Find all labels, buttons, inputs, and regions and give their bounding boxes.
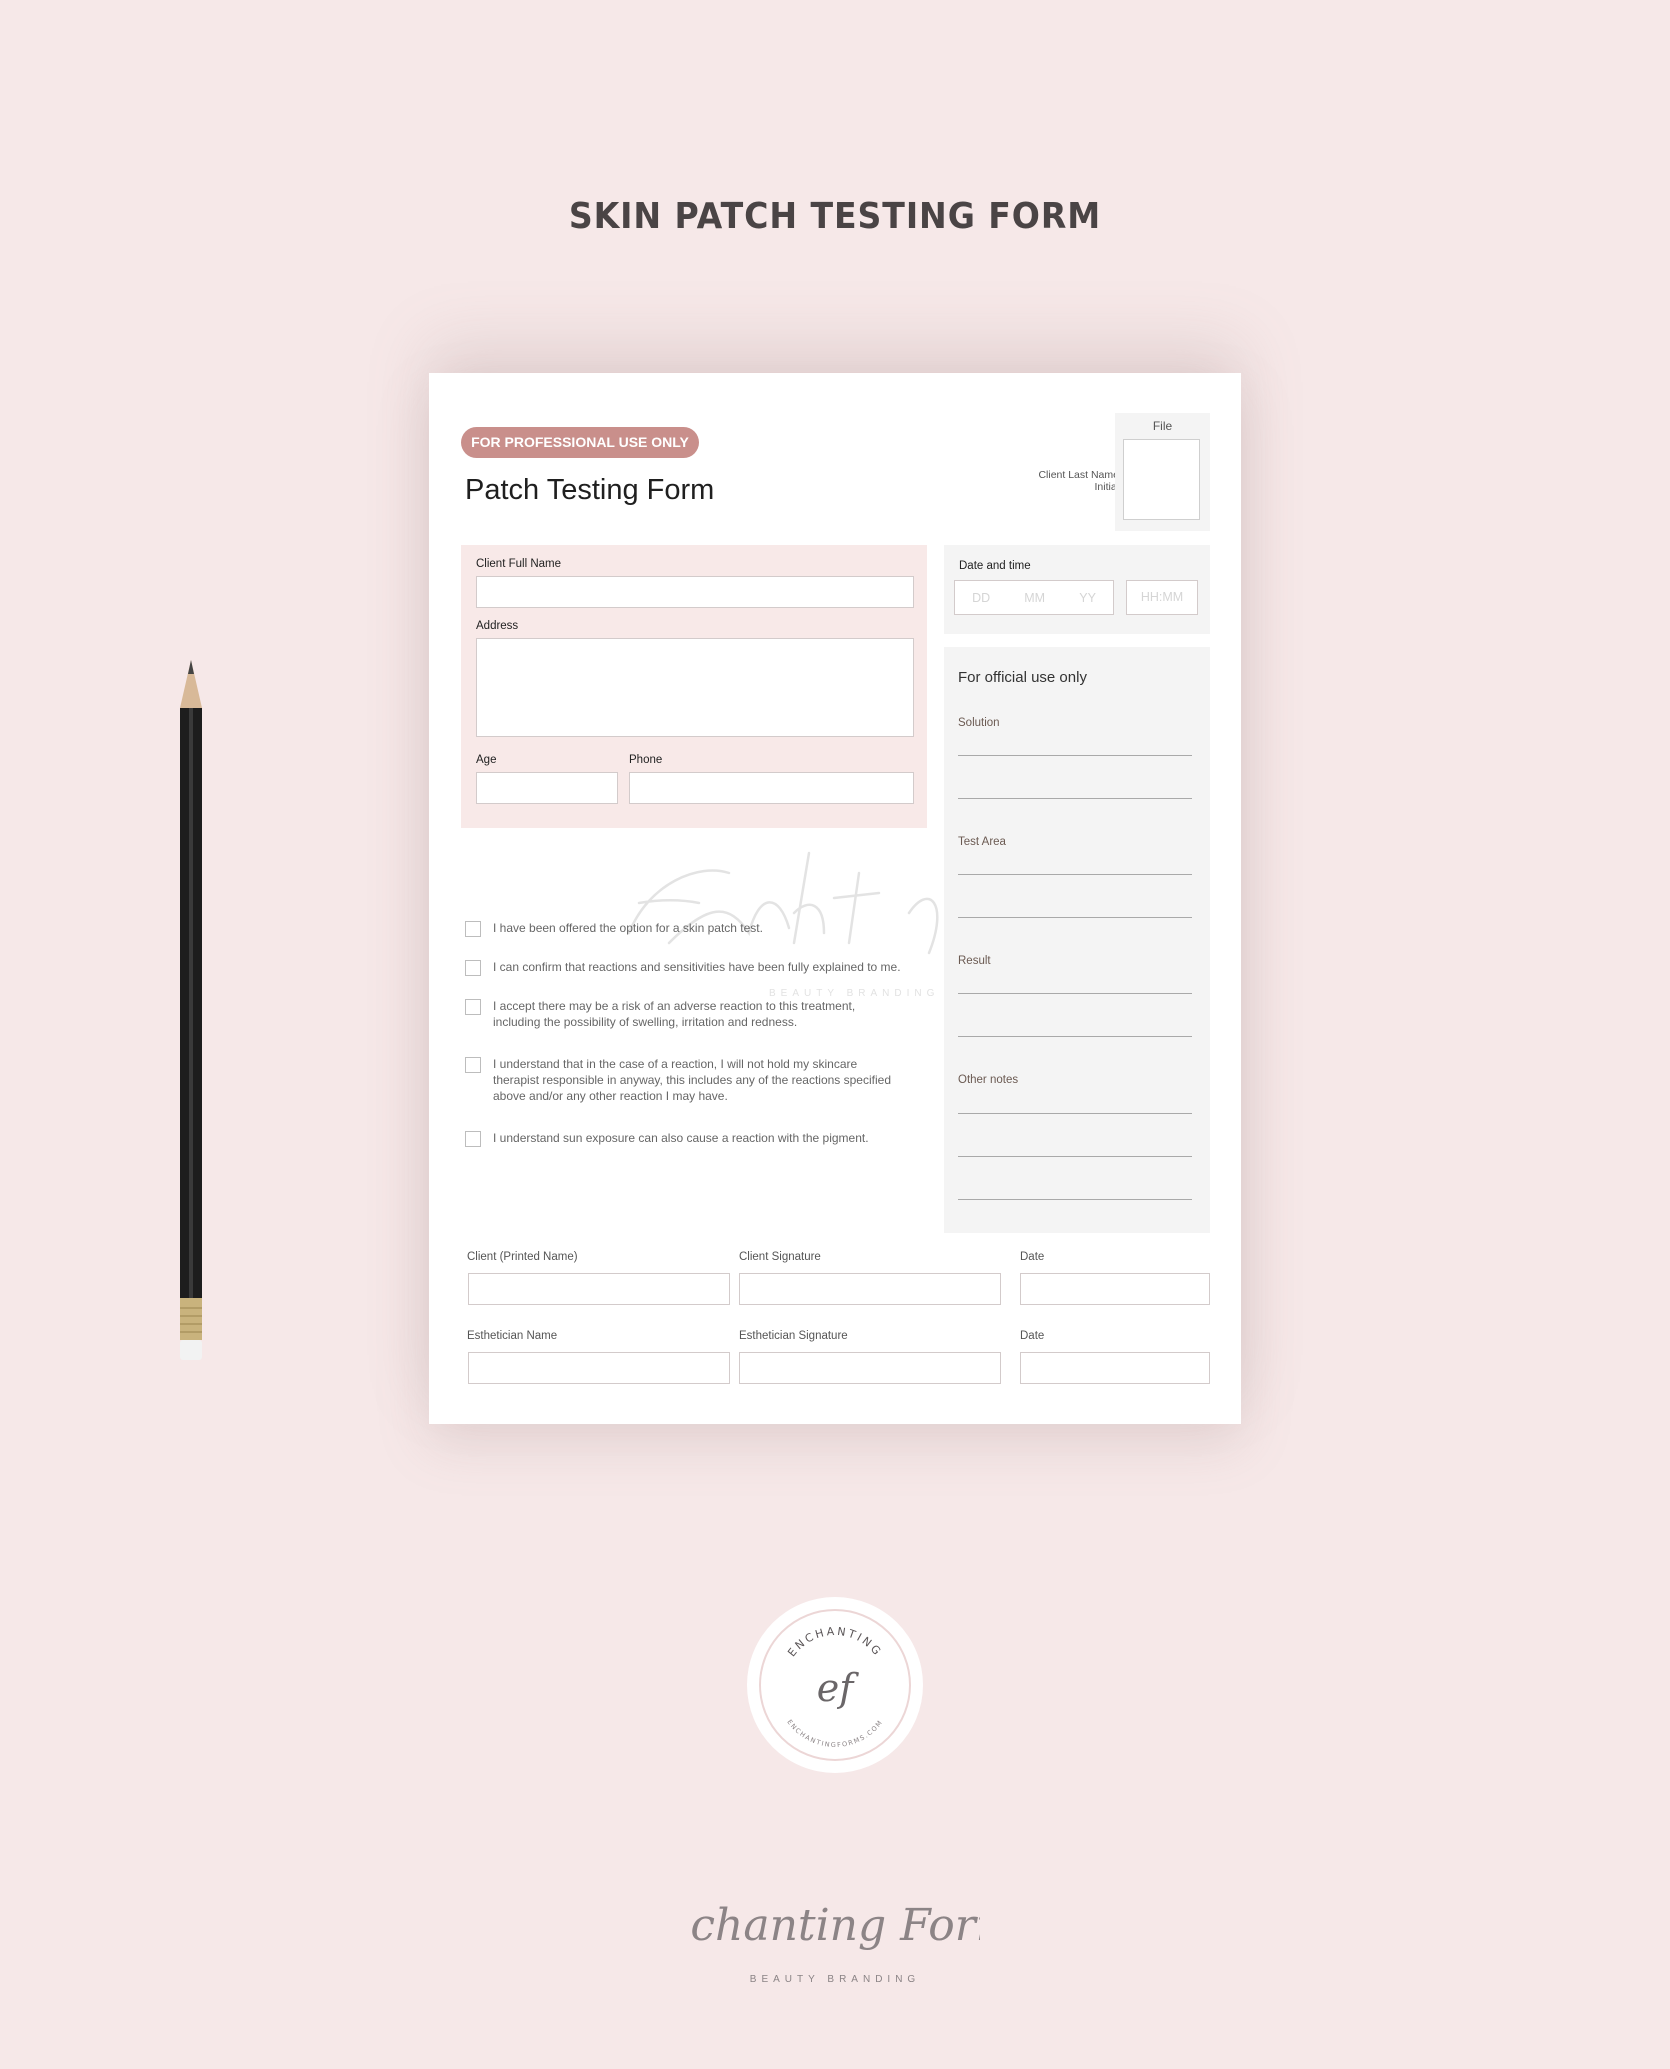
consent-item: I accept there may be a risk of an adver… bbox=[465, 998, 873, 1030]
consent-item: I understand that in the case of a react… bbox=[465, 1056, 898, 1104]
file-label: File bbox=[1152, 419, 1173, 433]
official-use-title: For official use only bbox=[958, 669, 1087, 686]
day-placeholder: DD bbox=[972, 590, 991, 605]
result-label: Result bbox=[958, 955, 991, 967]
file-panel: File bbox=[1115, 413, 1210, 531]
client-info-panel: Client Full Name Address Age Phone bbox=[461, 545, 927, 828]
consent-checkbox[interactable] bbox=[465, 960, 481, 976]
client-initial-input[interactable] bbox=[1123, 439, 1200, 520]
date-input[interactable]: DD MM YY bbox=[954, 580, 1114, 615]
solution-label: Solution bbox=[958, 717, 1000, 729]
other-notes-label: Other notes bbox=[958, 1074, 1019, 1086]
test-area-label: Test Area bbox=[958, 836, 1006, 848]
solution-line-2[interactable] bbox=[958, 798, 1192, 799]
month-placeholder: MM bbox=[1024, 590, 1046, 605]
solution-line-1[interactable] bbox=[958, 755, 1192, 756]
professional-use-badge: FOR PROFESSIONAL USE ONLY bbox=[461, 427, 699, 458]
phone-input[interactable] bbox=[629, 772, 914, 804]
esthetician-signature-input[interactable] bbox=[739, 1352, 1001, 1384]
client-printed-name-label: Client (Printed Name) bbox=[467, 1251, 578, 1263]
result-line-2[interactable] bbox=[958, 1036, 1192, 1037]
consent-checkbox[interactable] bbox=[465, 1057, 481, 1073]
consent-item: I have been offered the option for a ski… bbox=[465, 920, 913, 937]
esthetician-date-label: Date bbox=[1020, 1330, 1045, 1342]
client-date-label: Date bbox=[1020, 1251, 1045, 1263]
esthetician-name-label: Esthetician Name bbox=[467, 1330, 558, 1342]
official-use-panel: For official use only Solution Test Area… bbox=[944, 647, 1210, 1233]
other-notes-line-2[interactable] bbox=[958, 1156, 1192, 1157]
year-placeholder: YY bbox=[1079, 590, 1096, 605]
brand-tagline: BEAUTY BRANDING bbox=[749, 1974, 921, 1985]
test-area-line-2[interactable] bbox=[958, 917, 1192, 918]
form-title: Patch Testing Form bbox=[465, 474, 715, 506]
time-input[interactable]: HH:MM bbox=[1126, 580, 1198, 615]
phone-label: Phone bbox=[629, 754, 663, 766]
client-signature-input[interactable] bbox=[739, 1273, 1001, 1305]
age-label: Age bbox=[476, 754, 497, 766]
consent-checkbox[interactable] bbox=[465, 921, 481, 937]
age-input[interactable] bbox=[476, 772, 618, 804]
logo-monogram: ef bbox=[817, 1666, 859, 1710]
consent-text: I understand that in the case of a react… bbox=[493, 1057, 891, 1103]
date-time-panel: Date and time DD MM YY HH:MM bbox=[944, 545, 1210, 634]
form-paper: BEAUTY BRANDING FOR PROFESSIONAL USE ONL… bbox=[429, 373, 1241, 1424]
brand-script-logo: Enchanting Forms bbox=[690, 1900, 980, 1951]
client-date-input[interactable] bbox=[1020, 1273, 1210, 1305]
consent-text: I can confirm that reactions and sensiti… bbox=[493, 960, 901, 974]
consent-checkbox[interactable] bbox=[465, 1131, 481, 1147]
address-input[interactable] bbox=[476, 638, 914, 737]
address-label: Address bbox=[476, 620, 519, 632]
consent-checkbox[interactable] bbox=[465, 999, 481, 1015]
consent-item: I understand sun exposure can also cause… bbox=[465, 1130, 913, 1147]
consent-text: I have been offered the option for a ski… bbox=[493, 921, 763, 935]
full-name-label: Client Full Name bbox=[476, 558, 561, 570]
esthetician-signature-label: Esthetician Signature bbox=[739, 1330, 848, 1342]
brand-logo-badge: ENCHANTING ef ENCHANTINGFORMS.COM bbox=[747, 1597, 923, 1773]
consent-item: I can confirm that reactions and sensiti… bbox=[465, 959, 913, 976]
other-notes-line-3[interactable] bbox=[958, 1199, 1192, 1200]
client-last-initial-label: Client Last Name Initial bbox=[1038, 469, 1119, 493]
test-area-line-1[interactable] bbox=[958, 874, 1192, 875]
esthetician-name-input[interactable] bbox=[468, 1352, 730, 1384]
date-time-label: Date and time bbox=[959, 560, 1031, 572]
page-title: SKIN PATCH TESTING FORM bbox=[568, 196, 1102, 237]
svg-text:Enchanting Forms: Enchanting Forms bbox=[690, 1900, 980, 1951]
full-name-input[interactable] bbox=[476, 576, 914, 608]
other-notes-line-1[interactable] bbox=[958, 1113, 1192, 1114]
result-line-1[interactable] bbox=[958, 993, 1192, 994]
client-signature-label: Client Signature bbox=[739, 1251, 821, 1263]
consent-text: I understand sun exposure can also cause… bbox=[493, 1131, 869, 1145]
pencil-image bbox=[180, 660, 202, 1360]
client-printed-name-input[interactable] bbox=[468, 1273, 730, 1305]
esthetician-date-input[interactable] bbox=[1020, 1352, 1210, 1384]
consent-text: I accept there may be a risk of an adver… bbox=[493, 999, 856, 1029]
